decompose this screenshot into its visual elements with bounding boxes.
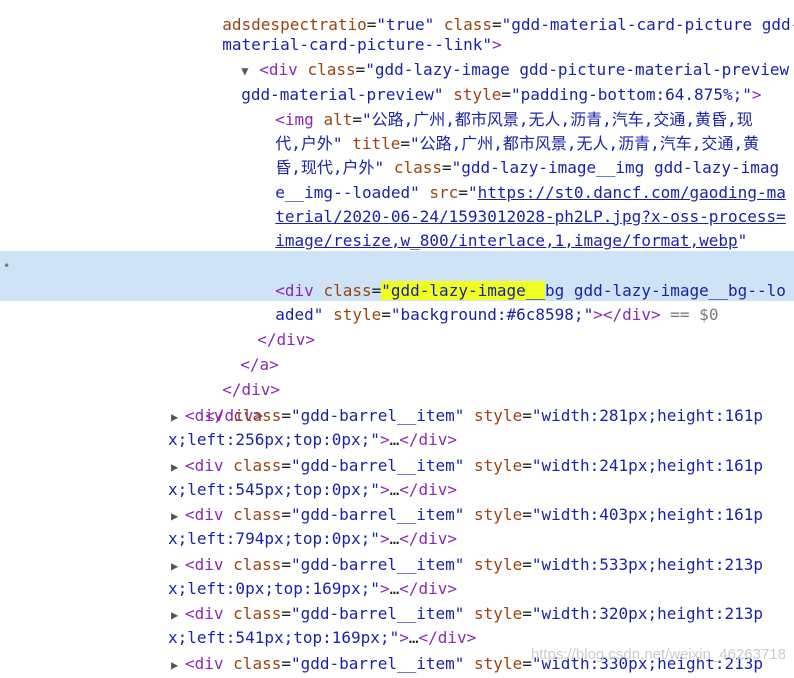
barrel-item-line[interactable]: ▶ <div class="gdd-barrel__item" style="wi… <box>171 553 794 579</box>
barrel-item-line: x;left:545px;top:0px;">…</div> <box>168 480 458 499</box>
barrel-item-line: x;left:0px;top:169px;">…</div> <box>168 579 458 598</box>
barrel-item-line[interactable]: ▶ <div class="gdd-barrel__item" style="wi… <box>171 503 794 529</box>
expand-triangle-icon[interactable]: ▶ <box>171 405 185 430</box>
expand-triangle-icon[interactable]: ▶ <box>171 554 185 579</box>
watermark: https://blog.csdn.net/weixin_46263718 <box>530 645 786 663</box>
selection-dot-icon: • <box>3 259 11 273</box>
expand-triangle-icon[interactable]: ▶ <box>171 603 185 628</box>
barrel-item-line[interactable]: ▶ <div class="gdd-barrel__item" style="wi… <box>171 404 794 430</box>
expand-triangle-icon[interactable]: ▶ <box>171 455 185 480</box>
barrel-item-line[interactable]: ▶ <div class="gdd-barrel__item" style="wi… <box>171 602 794 628</box>
expand-triangle-icon[interactable]: ▶ <box>171 504 185 529</box>
expand-triangle-icon[interactable]: ▶ <box>171 653 185 678</box>
barrel-item-line: x;left:794px;top:0px;">…</div> <box>168 529 458 548</box>
barrel-item-line[interactable]: ▶ <div class="gdd-barrel__item" style="wi… <box>171 454 794 480</box>
barrel-item-line: x;left:256px;top:0px;">…</div> <box>168 430 458 449</box>
